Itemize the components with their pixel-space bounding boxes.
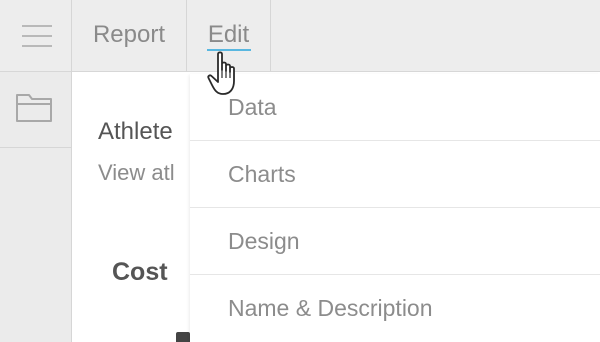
menu-item-charts[interactable]: Charts bbox=[190, 141, 600, 208]
browse-folder-button[interactable] bbox=[0, 72, 72, 148]
top-menu-bar: Report Edit bbox=[0, 0, 600, 72]
menu-item-name-description[interactable]: Name & Description bbox=[190, 275, 600, 342]
folder-icon bbox=[16, 94, 52, 122]
menu-item-charts-label: Charts bbox=[228, 161, 296, 187]
report-description: View atl bbox=[98, 160, 175, 185]
menu-item-design-label: Design bbox=[228, 228, 300, 254]
report-title: Athlete bbox=[98, 118, 173, 145]
menu-item-name-description-label: Name & Description bbox=[228, 295, 433, 321]
content-mark bbox=[176, 332, 190, 342]
left-rail bbox=[0, 72, 72, 342]
main-menu-button[interactable] bbox=[0, 0, 72, 72]
menu-item-data[interactable]: Data bbox=[190, 74, 600, 141]
section-heading: Cost bbox=[112, 258, 168, 286]
tab-report-label: Report bbox=[92, 21, 166, 48]
tab-edit-label: Edit bbox=[207, 21, 250, 48]
menu-item-design[interactable]: Design bbox=[190, 208, 600, 275]
edit-dropdown-menu: Data Charts Design Name & Description bbox=[190, 74, 600, 342]
hand-pointer-icon bbox=[207, 51, 235, 95]
tab-report[interactable]: Report bbox=[72, 0, 187, 72]
